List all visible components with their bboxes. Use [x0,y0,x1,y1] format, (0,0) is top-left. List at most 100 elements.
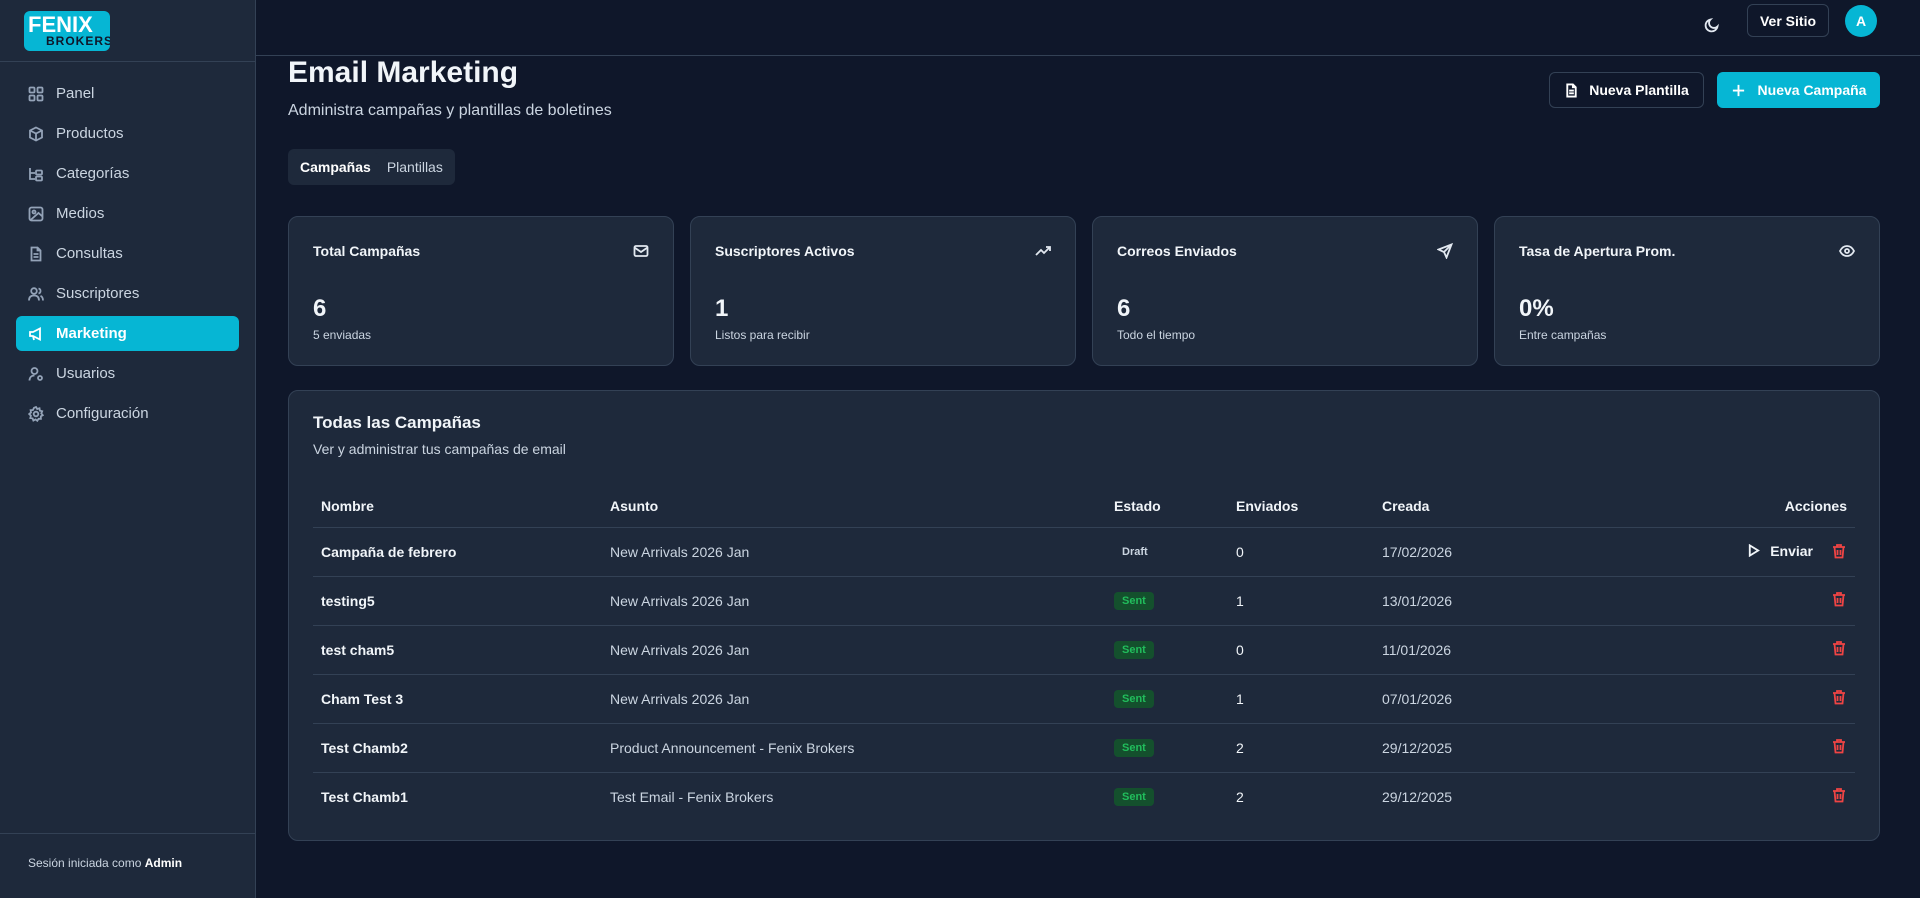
campaign-created-date: 11/01/2026 [1374,625,1574,675]
campaigns-title: Todas las Campañas [313,413,481,432]
campaign-sent-count: 0 [1228,625,1374,675]
trash-icon [1833,592,1845,607]
grid-icon [28,86,44,101]
campaign-name: Test Chamb1 [321,788,408,805]
sidebar-item-usuarios[interactable]: Usuarios [16,356,239,391]
campaign-actions [1574,576,1855,626]
trash-icon [1833,739,1845,754]
brand-logo[interactable]: FENIX BROKERS [24,11,110,51]
gear-icon [28,405,44,422]
campaign-name: Test Chamb2 [313,723,602,773]
campaign-status-cell: Sent [1106,772,1228,821]
sidebar-item-label: Configuración [56,405,149,422]
tab-plantillas[interactable]: Plantillas [379,153,451,181]
campaign-sent-count: 0 [1228,527,1374,577]
page-subtitle: Administra campañas y plantillas de bole… [288,102,612,119]
campaigns-table: Nombre Asunto Estado Enviados Creada Acc… [313,485,1855,821]
mail-icon [633,243,649,259]
sidebar: FENIX BROKERS Panel Productos Categorías… [0,0,256,898]
table-row[interactable]: Cham Test 3 New Arrivals 2026 Jan Sent 1… [313,674,1855,724]
plus-icon [1732,84,1744,96]
box-icon [29,125,43,142]
table-row[interactable]: test cham5 New Arrivals 2026 Jan Sent 0 … [313,625,1855,675]
new-template-button[interactable]: Nueva Plantilla [1549,72,1704,108]
campaign-sent-count: 1 [1228,674,1374,724]
sidebar-item-label: Categorías [56,165,130,182]
new-campaign-button[interactable]: Nueva Campaña [1717,72,1880,108]
table-row[interactable]: testing5 New Arrivals 2026 Jan Sent 1 13… [313,576,1855,626]
view-site-button[interactable]: Ver Sitio [1747,4,1829,37]
campaign-created-date: 07/01/2026 [1374,674,1574,724]
eye-icon [1838,243,1856,259]
sidebar-item-panel[interactable]: Panel [16,76,239,111]
status-badge: Sent [1114,739,1154,757]
users-icon [28,286,44,301]
table-row[interactable]: Test Chamb2 Product Announcement - Fenix… [313,723,1855,773]
stat-title: Correos Enviados [1117,243,1237,259]
tab-campanas[interactable]: Campañas [292,153,379,181]
stat-card-total-campaigns: Total Campañas 6 5 enviadas [288,216,674,366]
column-header-estado[interactable]: Estado [1106,485,1228,528]
folder-tree-icon [29,167,43,181]
campaign-status-cell: Sent [1106,674,1228,724]
sidebar-item-consultas[interactable]: Consultas [16,236,239,271]
column-header-enviados[interactable]: Enviados [1228,485,1374,528]
sidebar-item-marketing[interactable]: Marketing [16,316,239,351]
user-cog-icon [28,366,43,381]
sidebar-item-label: Marketing [56,325,127,342]
file-text-icon [30,246,42,261]
send-campaign-button[interactable]: Enviar [1747,543,1813,559]
megaphone-icon [29,326,41,341]
column-header-nombre[interactable]: Nombre [313,485,602,528]
delete-campaign-button[interactable] [1831,689,1847,705]
campaign-status-cell: Draft [1106,527,1228,577]
theme-toggle-button[interactable] [1699,12,1725,38]
stat-title: Tasa de Apertura Prom. [1519,243,1676,259]
campaign-actions [1574,625,1855,675]
trash-icon [1833,543,1845,559]
play-icon [1749,544,1761,558]
sidebar-item-configuracion[interactable]: Configuración [16,396,239,431]
campaign-subject: Test Email - Fenix Brokers [610,788,774,805]
stat-value: 0% [1519,295,1554,322]
campaign-created-date: 13/01/2026 [1374,576,1574,626]
status-badge: Sent [1114,690,1154,708]
page-title: Email Marketing [288,56,519,89]
campaign-actions [1574,674,1855,724]
delete-campaign-button[interactable] [1831,787,1847,803]
campaign-created-date: 17/02/2026 [1374,527,1574,577]
delete-campaign-button[interactable] [1831,640,1847,656]
stat-title: Total Campañas [313,243,421,259]
sidebar-item-categorias[interactable]: Categorías [16,156,239,191]
sidebar-item-productos[interactable]: Productos [16,116,239,151]
campaign-actions: Enviar [1574,527,1855,577]
stat-value: 6 [313,295,327,322]
campaigns-subtitle: Ver y administrar tus campañas de email [313,441,566,457]
sidebar-item-suscriptores[interactable]: Suscriptores [16,276,239,311]
sidebar-item-medios[interactable]: Medios [16,196,239,231]
column-header-creada[interactable]: Creada [1374,485,1574,528]
stats-row: Total Campañas 6 5 enviadas Suscriptores… [288,216,1880,366]
send-icon [1436,242,1454,260]
image-icon [28,206,44,221]
campaign-sent-count: 2 [1228,723,1374,773]
logo-area: FENIX BROKERS [0,0,255,62]
table-row[interactable]: Test Chamb1 Test Email - Fenix Brokers S… [313,772,1855,821]
sidebar-item-label: Panel [56,85,95,102]
moon-icon [1704,18,1719,33]
topbar: Ver Sitio A [256,0,1920,56]
avatar[interactable]: A [1845,5,1877,37]
delete-campaign-button[interactable] [1831,591,1847,607]
delete-campaign-button[interactable] [1831,543,1847,559]
campaign-status-cell: Sent [1106,723,1228,773]
sidebar-item-label: Medios [56,205,105,222]
stat-value: 1 [715,295,729,322]
file-text-icon [1566,82,1577,98]
column-header-asunto[interactable]: Asunto [602,485,1106,528]
delete-campaign-button[interactable] [1831,738,1847,754]
table-row[interactable]: Campaña de febrero New Arrivals 2026 Jan… [313,527,1855,577]
campaign-actions [1574,723,1855,773]
campaign-subject: New Arrivals 2026 Jan [602,527,1106,577]
send-label: Enviar [1770,542,1813,559]
campaign-subject: New Arrivals 2026 Jan [602,674,1106,724]
